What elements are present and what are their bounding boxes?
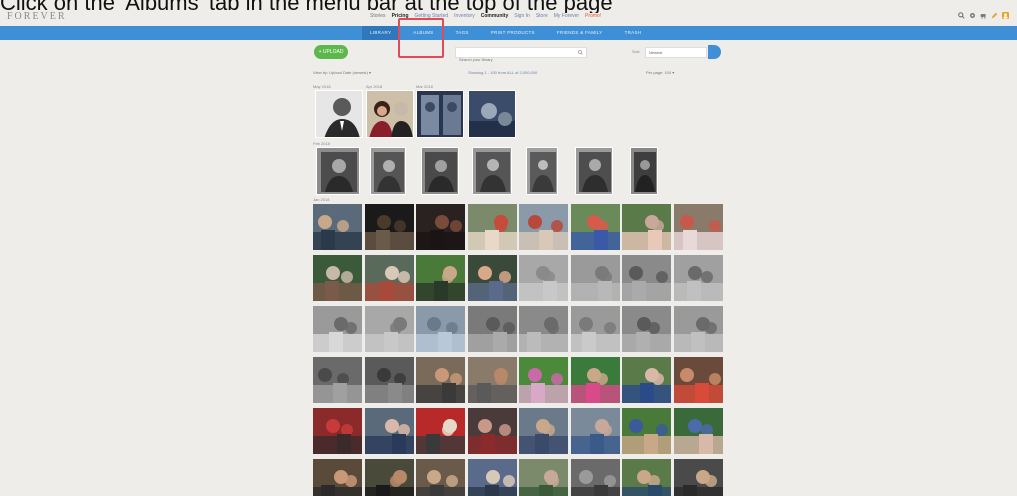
photo-thumbnail[interactable] xyxy=(467,357,517,403)
photo-thumbnail[interactable] xyxy=(364,357,414,403)
gear-icon[interactable] xyxy=(969,12,976,19)
photo-thumbnail[interactable] xyxy=(570,204,620,250)
top-link-my-forever[interactable]: My Forever xyxy=(554,13,579,19)
photo-thumbnail[interactable] xyxy=(622,204,671,250)
tab-friends-family[interactable]: FRIENDS & FAMILY xyxy=(549,26,611,40)
photo-thumbnail[interactable] xyxy=(316,147,360,195)
result-count: Showing 1 - 100 from ALL of 2,000,000 xyxy=(468,70,538,75)
photo-thumbnail[interactable] xyxy=(421,147,459,195)
photo-thumbnail[interactable] xyxy=(416,459,465,496)
photo-thumbnail[interactable] xyxy=(519,255,568,301)
photo-thumbnail[interactable] xyxy=(673,255,723,301)
tab-trash[interactable]: TRASH xyxy=(617,26,650,40)
per-page-dropdown[interactable]: Per page: 100 ▾ xyxy=(646,70,674,75)
photo-thumbnail[interactable] xyxy=(570,357,620,403)
top-link-community[interactable]: Community xyxy=(481,13,509,19)
cart-icon[interactable] xyxy=(980,12,987,19)
photo-thumbnail[interactable] xyxy=(416,306,465,352)
photo-thumbnail[interactable] xyxy=(313,255,362,301)
top-link-store[interactable]: Store xyxy=(536,13,548,19)
upload-button[interactable]: + UPLOAD xyxy=(314,45,348,59)
group-label: Feb 2018 xyxy=(313,141,330,146)
photo-thumbnail[interactable] xyxy=(468,90,516,138)
photo-thumbnail[interactable] xyxy=(416,408,465,454)
photo-thumbnail[interactable] xyxy=(519,306,568,352)
photo-thumbnail[interactable] xyxy=(622,255,671,301)
photo-thumbnail[interactable] xyxy=(622,408,671,454)
top-link-inventory[interactable]: Inventory xyxy=(454,13,475,19)
photo-thumbnail[interactable] xyxy=(673,357,723,403)
photo-thumbnail[interactable] xyxy=(622,459,671,496)
photo-thumbnail[interactable] xyxy=(570,255,620,301)
photo-thumbnail[interactable] xyxy=(570,306,620,352)
photo-thumbnail[interactable] xyxy=(416,357,465,403)
photo-thumbnail[interactable] xyxy=(472,147,512,195)
photo-thumbnail[interactable] xyxy=(467,459,517,496)
photo-thumbnail[interactable] xyxy=(416,90,464,138)
photo-thumbnail[interactable] xyxy=(575,147,613,195)
task-instruction: Click on the 'Albums' tab in the menu ba… xyxy=(0,0,613,13)
photo-thumbnail[interactable] xyxy=(673,408,723,454)
photo-thumbnail[interactable] xyxy=(313,459,362,496)
photo-thumbnail[interactable] xyxy=(519,357,568,403)
group-label: Apr 2018 xyxy=(366,84,383,89)
tab-print-products[interactable]: PRINT PRODUCTS xyxy=(483,26,543,40)
photo-thumbnail[interactable] xyxy=(519,459,568,496)
search-icon[interactable] xyxy=(958,12,965,19)
top-bar: FOREVER Stories Pricing Getting Started … xyxy=(0,11,1017,26)
filter-row: View by: Upload Date (newest) ▾ Showing … xyxy=(313,70,713,78)
main-nav: LIBRARY ALBUMS TAGS PRINT PRODUCTS FRIEN… xyxy=(0,26,1017,40)
photo-thumbnail[interactable] xyxy=(630,147,658,195)
group-label: Mar 2018 xyxy=(416,84,433,89)
top-link-stories[interactable]: Stories xyxy=(370,13,386,19)
photo-thumbnail[interactable] xyxy=(519,204,568,250)
photo-thumbnail[interactable] xyxy=(366,90,414,138)
photo-thumbnail[interactable] xyxy=(673,204,723,250)
photo-thumbnail[interactable] xyxy=(570,459,620,496)
photo-thumbnail[interactable] xyxy=(673,306,723,352)
photo-thumbnail[interactable] xyxy=(313,204,362,250)
sort-select[interactable]: Newest xyxy=(645,47,707,58)
tab-tags[interactable]: TAGS xyxy=(448,26,477,40)
photo-thumbnail[interactable] xyxy=(364,306,414,352)
search-input[interactable] xyxy=(456,55,574,64)
photo-thumbnail[interactable] xyxy=(622,306,671,352)
photo-thumbnail[interactable] xyxy=(467,306,517,352)
photo-thumbnail[interactable] xyxy=(673,459,723,496)
pencil-icon[interactable] xyxy=(991,12,998,19)
photo-thumbnail[interactable] xyxy=(313,357,362,403)
photo-thumbnail[interactable] xyxy=(570,408,620,454)
search-icon[interactable] xyxy=(578,50,583,55)
user-icon[interactable] xyxy=(1002,12,1009,19)
top-link-sign-in[interactable]: Sign In xyxy=(514,13,530,19)
photo-thumbnail[interactable] xyxy=(370,147,406,195)
photo-thumbnail[interactable] xyxy=(467,204,517,250)
photo-thumbnail[interactable] xyxy=(519,408,568,454)
photo-thumbnail[interactable] xyxy=(315,90,363,138)
search-box xyxy=(455,47,587,64)
photo-thumbnail[interactable] xyxy=(364,255,414,301)
target-highlight-box xyxy=(398,18,444,58)
top-link-promo[interactable]: Promo! xyxy=(585,13,601,19)
photo-thumbnail[interactable] xyxy=(416,204,465,250)
sort-go-button[interactable] xyxy=(708,45,721,59)
group-label: May 2018 xyxy=(313,84,331,89)
photo-thumbnail[interactable] xyxy=(313,306,362,352)
photo-thumbnail[interactable] xyxy=(467,255,517,301)
photo-thumbnail[interactable] xyxy=(467,408,517,454)
view-by-dropdown[interactable]: View by: Upload Date (newest) ▾ xyxy=(313,70,371,75)
photo-thumbnail[interactable] xyxy=(313,408,362,454)
photo-thumbnail[interactable] xyxy=(416,255,465,301)
photo-thumbnail[interactable] xyxy=(622,357,671,403)
sort-label: Sort: xyxy=(632,49,641,54)
photo-thumbnail[interactable] xyxy=(364,408,414,454)
tab-library[interactable]: LIBRARY xyxy=(362,26,400,40)
group-label: Jan 2018 xyxy=(313,197,330,202)
photo-thumbnail[interactable] xyxy=(364,204,414,250)
top-icons xyxy=(958,12,1009,19)
photo-thumbnail[interactable] xyxy=(526,147,558,195)
photo-thumbnail[interactable] xyxy=(364,459,414,496)
